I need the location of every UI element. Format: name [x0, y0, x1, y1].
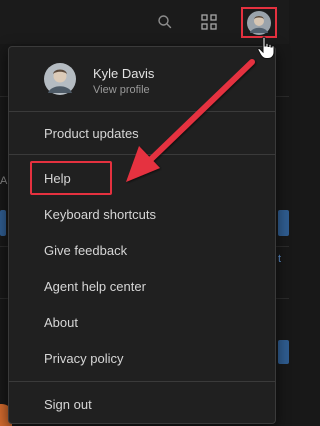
help-highlight-box	[30, 161, 112, 195]
menu-item-privacy-policy[interactable]: Privacy policy	[44, 351, 123, 367]
search-icon[interactable]	[156, 13, 174, 31]
menu-divider	[9, 381, 275, 382]
background-button	[0, 210, 6, 236]
menu-item-about[interactable]: About	[44, 315, 78, 331]
background-text: A	[0, 175, 8, 187]
avatar-icon	[44, 63, 76, 95]
background-button	[278, 210, 289, 236]
background-link: t	[278, 253, 282, 265]
background-button	[278, 340, 289, 364]
view-profile-link[interactable]: View profile	[93, 84, 150, 96]
menu-item-give-feedback[interactable]: Give feedback	[44, 243, 127, 259]
apps-grid-icon[interactable]	[200, 13, 218, 31]
avatar-icon	[247, 10, 271, 35]
menu-divider	[9, 154, 275, 155]
avatar-button[interactable]	[241, 7, 277, 38]
menu-item-sign-out[interactable]: Sign out	[44, 397, 92, 413]
profile-menu: Kyle Davis View profile Product updates …	[8, 46, 276, 424]
user-name: Kyle Davis	[93, 66, 155, 81]
menu-item-product-updates[interactable]: Product updates	[44, 126, 139, 142]
profile-header[interactable]: Kyle Davis View profile	[9, 47, 275, 111]
menu-item-agent-help-center[interactable]: Agent help center	[44, 279, 146, 295]
top-bar	[0, 0, 289, 44]
menu-item-keyboard-shortcuts[interactable]: Keyboard shortcuts	[44, 207, 156, 223]
menu-divider	[9, 111, 275, 112]
hand-cursor-icon	[257, 36, 275, 59]
